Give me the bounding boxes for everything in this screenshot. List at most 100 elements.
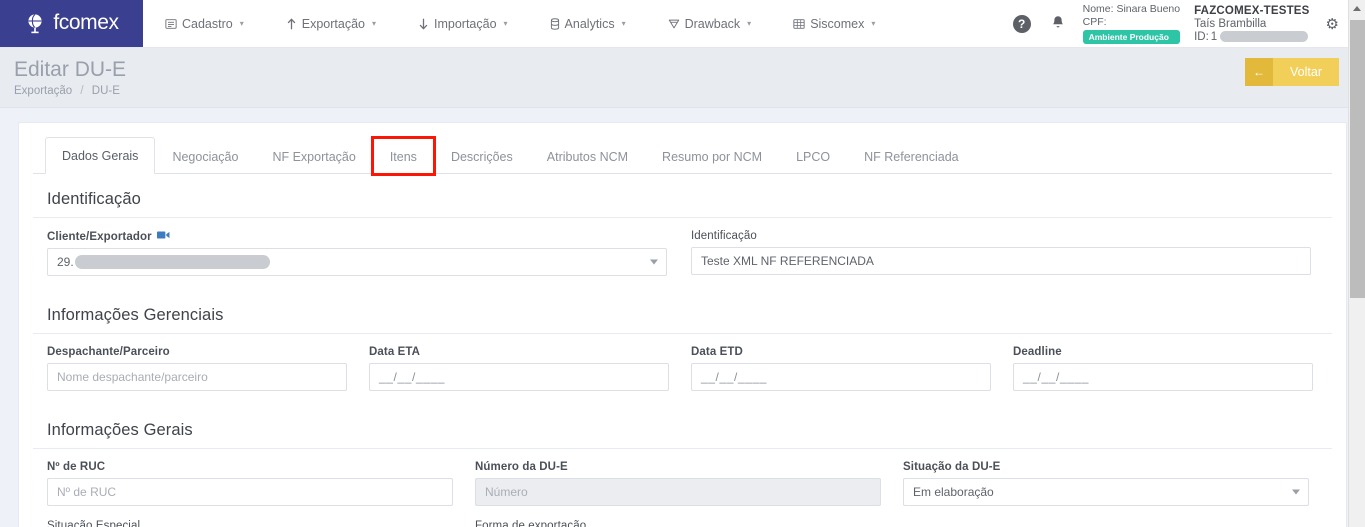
section-title-identificacao: Identificação xyxy=(33,174,1332,218)
organization-name: FAZCOMEX-TESTES xyxy=(1194,4,1310,17)
scrollbar-up-arrow[interactable] xyxy=(1349,0,1365,17)
row-identificacao: Cliente/Exportador 29. Identificação Tes… xyxy=(33,230,1332,276)
field-despachante-parceiro: Despachante/Parceiro Nome despachante/pa… xyxy=(47,346,347,391)
form-card: Dados Gerais Negociação NF Exportação It… xyxy=(18,122,1347,527)
tab-negociacao[interactable]: Negociação xyxy=(155,138,255,174)
tab-label: Negociação xyxy=(172,150,239,164)
database-icon xyxy=(550,17,560,30)
redacted-client-name xyxy=(74,255,270,269)
field-label-numero-due: Número da DU-E xyxy=(475,461,568,473)
chevron-down-icon: ▾ xyxy=(371,19,376,28)
help-icon[interactable]: ? xyxy=(1012,14,1031,33)
field-identificacao: Identificação Teste XML NF REFERENCIADA xyxy=(691,230,1311,276)
field-label-despachante: Despachante/Parceiro xyxy=(47,346,170,358)
field-numero-due: Número da DU-E Número xyxy=(475,461,881,506)
arrow-up-icon xyxy=(286,18,297,30)
tab-label: Descrições xyxy=(450,150,513,164)
cliente-exportador-value: 29. xyxy=(57,255,74,269)
top-right-area: ? Nome: Sinara Bueno CPF: Ambiente Produ… xyxy=(1012,0,1365,47)
identificacao-input[interactable]: Teste XML NF REFERENCIADA xyxy=(691,247,1311,275)
chevron-down-icon: ▾ xyxy=(503,19,508,28)
nav-item-label: Analytics xyxy=(564,16,615,31)
tab-nf-exportacao[interactable]: NF Exportação xyxy=(255,138,372,174)
field-forma-exportacao: Forma de exportação Por conta própria xyxy=(475,520,881,527)
tab-atributos-ncm[interactable]: Atributos NCM xyxy=(530,138,645,174)
field-data-etd: Data ETD __/__/____ xyxy=(691,346,991,391)
field-label-situacao-especial: Situação Especial xyxy=(47,520,141,527)
breadcrumb-separator: / xyxy=(80,85,84,97)
brand-logo-text: fcomex xyxy=(53,11,119,34)
tab-label: Resumo por NCM xyxy=(662,150,763,164)
nav-item-exportacao[interactable]: Exportação ▾ xyxy=(286,17,403,31)
nav-item-siscomex[interactable]: Siscomex ▾ xyxy=(793,17,902,31)
label-text: Cliente/Exportador xyxy=(47,230,152,243)
identificacao-value: Teste XML NF REFERENCIADA xyxy=(701,254,874,268)
field-label-situacao-due: Situação da DU-E xyxy=(903,461,1001,473)
tab-nf-referenciada[interactable]: NF Referenciada xyxy=(847,138,976,174)
user-name-line: Nome: Sinara Bueno xyxy=(1082,3,1181,15)
tab-label: Atributos NCM xyxy=(546,150,629,164)
list-icon xyxy=(165,18,177,30)
field-label-cliente-exportador: Cliente/Exportador xyxy=(47,230,667,243)
user-session-block-left: Nome: Sinara Bueno CPF: Ambiente Produçã… xyxy=(1082,3,1181,44)
nav-item-drawback[interactable]: Drawback ▾ xyxy=(668,17,779,31)
chevron-down-icon: ▾ xyxy=(621,19,626,28)
page-header: Editar DU-E Exportação / DU-E ← Voltar xyxy=(0,48,1365,108)
tab-descricoes[interactable]: Descrições xyxy=(434,138,530,174)
despachante-placeholder: Nome despachante/parceiro xyxy=(57,370,208,384)
user-id-visible: 1 xyxy=(1210,30,1218,43)
cliente-exportador-select[interactable]: 29. xyxy=(47,248,667,276)
n-ruc-input[interactable]: Nº de RUC xyxy=(47,478,453,506)
row-informacoes-gerenciais: Despachante/Parceiro Nome despachante/pa… xyxy=(33,346,1332,391)
nav-item-cadastro[interactable]: Cadastro ▾ xyxy=(165,17,271,31)
settings-gear-icon[interactable]: ⚙ xyxy=(1326,15,1339,33)
field-label-forma-exportacao: Forma de exportação xyxy=(475,520,587,527)
nav-item-label: Cadastro xyxy=(182,16,233,31)
nav-item-analytics[interactable]: Analytics ▾ xyxy=(550,17,653,31)
field-label-data-etd: Data ETD xyxy=(691,346,743,358)
data-eta-input[interactable]: __/__/____ xyxy=(369,363,669,391)
numero-due-input: Número xyxy=(475,478,881,506)
brand-logo[interactable]: fcomex xyxy=(0,0,143,47)
nav-item-label: Drawback xyxy=(684,16,741,31)
tab-resumo-por-ncm[interactable]: Resumo por NCM xyxy=(645,138,779,174)
user-person-name: Taís Brambilla xyxy=(1194,17,1267,30)
tab-itens[interactable]: Itens xyxy=(370,136,436,176)
chevron-down-icon: ▾ xyxy=(747,19,752,28)
redacted-id-value xyxy=(1220,31,1309,42)
field-deadline: Deadline __/__/____ xyxy=(1013,346,1313,391)
main-menu: Cadastro ▾ Exportação ▾ Importação ▾ Ana… xyxy=(143,0,917,47)
page-scrollbar[interactable] xyxy=(1348,0,1365,527)
globe-icon xyxy=(24,12,48,36)
section-title-informacoes-gerenciais: Informações Gerenciais xyxy=(33,290,1332,334)
user-id-line: ID: 1 xyxy=(1194,31,1309,43)
data-etd-input[interactable]: __/__/____ xyxy=(691,363,991,391)
breadcrumb: Exportação / DU-E xyxy=(14,85,1365,97)
breadcrumb-root[interactable]: Exportação xyxy=(14,85,72,97)
tab-dados-gerais[interactable]: Dados Gerais xyxy=(45,137,156,174)
deadline-input[interactable]: __/__/____ xyxy=(1013,363,1313,391)
row-informacoes-gerais-1: Nº de RUC Nº de RUC Número da DU-E Númer… xyxy=(33,461,1332,506)
n-ruc-placeholder: Nº de RUC xyxy=(57,485,117,499)
arrow-left-icon: ← xyxy=(1245,58,1274,86)
grid-icon xyxy=(793,18,805,30)
field-situacao-due: Situação da DU-E Em elaboração xyxy=(903,461,1309,506)
scrollbar-thumb[interactable] xyxy=(1350,20,1365,298)
top-navigation-bar: fcomex Cadastro ▾ Exportação ▾ Importaçã… xyxy=(0,0,1365,48)
video-camera-icon[interactable] xyxy=(156,230,170,243)
despachante-input[interactable]: Nome despachante/parceiro xyxy=(47,363,347,391)
tab-label: NF Referenciada xyxy=(864,150,959,164)
back-button[interactable]: ← Voltar xyxy=(1245,58,1339,86)
field-label-identificacao: Identificação xyxy=(691,230,757,242)
chevron-down-icon: ▾ xyxy=(239,19,244,28)
chevron-down-icon xyxy=(650,259,658,265)
nav-item-label: Siscomex xyxy=(810,16,865,31)
data-eta-mask: __/__/____ xyxy=(379,370,446,384)
situacao-due-select[interactable]: Em elaboração xyxy=(903,478,1309,506)
tab-lpco[interactable]: LPCO xyxy=(779,138,847,174)
tab-label: Dados Gerais xyxy=(62,149,139,163)
row-informacoes-gerais-2: Situação Especial Nenhuma Forma de expor… xyxy=(33,520,1332,527)
shield-icon xyxy=(668,18,680,30)
notification-bell-icon[interactable] xyxy=(1051,15,1065,33)
nav-item-importacao[interactable]: Importação ▾ xyxy=(418,17,535,31)
